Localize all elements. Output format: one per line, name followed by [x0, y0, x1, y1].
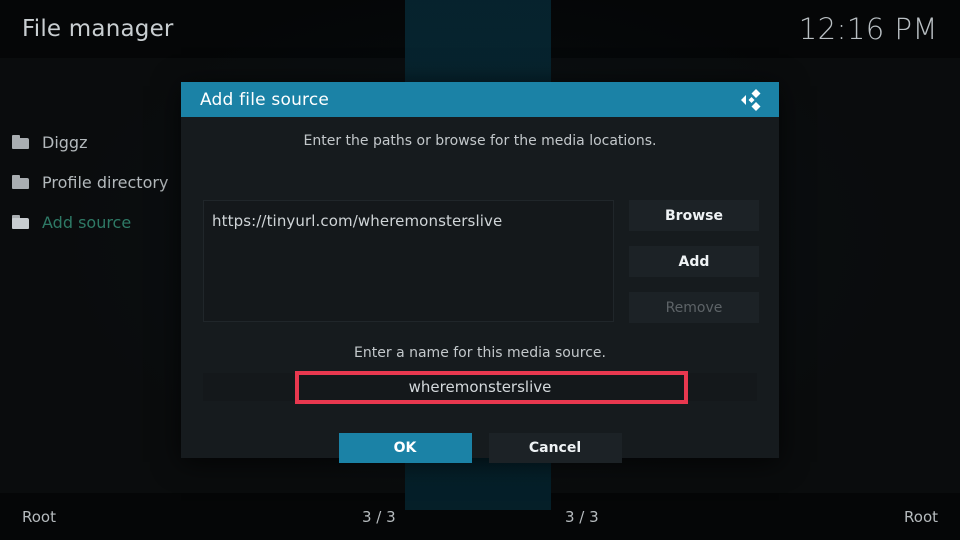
folder-icon [12, 175, 29, 189]
dialog-title: Add file source [200, 89, 330, 110]
add-button[interactable]: Add [629, 246, 759, 277]
path-list[interactable]: https://tinyurl.com/wheremonsterslive [203, 200, 614, 322]
path-list-item[interactable]: https://tinyurl.com/wheremonsterslive [204, 201, 613, 230]
footer-left-count: 3 / 3 [362, 507, 396, 526]
sidebar: Diggz Profile directory Add source [0, 122, 190, 242]
path-section: https://tinyurl.com/wheremonsterslive Br… [203, 200, 759, 323]
remove-button: Remove [629, 292, 759, 323]
add-file-source-dialog: Add file source Enter the paths or brows… [181, 82, 779, 463]
source-name-input[interactable]: wheremonsterslive [203, 373, 757, 401]
sidebar-item-profile-directory[interactable]: Profile directory [0, 162, 190, 202]
kodi-screen: File manager 12:16 PM Diggz Profile dire… [0, 0, 960, 540]
path-action-buttons: Browse Add Remove [629, 200, 759, 338]
source-name-value[interactable]: wheremonsterslive [203, 373, 757, 401]
sidebar-item-label: Diggz [42, 132, 88, 152]
cancel-button[interactable]: Cancel [488, 433, 622, 463]
page-title: File manager [22, 16, 174, 42]
name-hint-label: Enter a name for this media source. [354, 345, 606, 361]
dialog-header: Add file source [181, 82, 779, 117]
kodi-logo-icon [735, 86, 765, 114]
ok-button[interactable]: OK [338, 433, 472, 463]
browse-button[interactable]: Browse [629, 200, 759, 231]
footer-right-path: Root [904, 507, 938, 526]
footer-bar: Root 3 / 3 3 / 3 Root [0, 493, 960, 540]
dialog-body: Enter the paths or browse for the media … [181, 117, 779, 463]
dialog-action-row: OK Cancel [181, 433, 779, 463]
folder-icon [12, 135, 29, 149]
footer-right-count: 3 / 3 [565, 507, 599, 526]
top-bar: File manager 12:16 PM [0, 0, 960, 58]
clock: 12:16 PM [798, 12, 938, 46]
sidebar-item-label: Profile directory [42, 172, 169, 192]
sidebar-item-label: Add source [42, 212, 132, 232]
footer-left-path: Root [22, 507, 56, 526]
path-hint-label: Enter the paths or browse for the media … [303, 133, 657, 149]
sidebar-item-add-source[interactable]: Add source [0, 202, 190, 242]
sidebar-item-diggz[interactable]: Diggz [0, 122, 190, 162]
folder-icon [12, 215, 29, 229]
